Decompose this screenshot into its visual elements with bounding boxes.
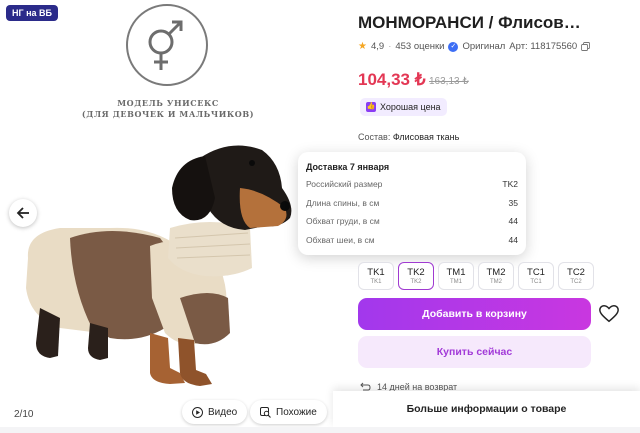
old-price: 163,13 ₺ [429, 76, 469, 87]
popup-row-label: Обхват шеи, в см [306, 234, 375, 245]
previous-image-button[interactable] [9, 199, 37, 227]
size-main: TK1 [367, 267, 385, 278]
product-gallery: НГ на ВБ МОДЕЛЬ УНИСЕКС (ДЛЯ ДЕВОЧЕК И М… [0, 0, 333, 433]
original-check-icon: ✓ [448, 41, 459, 52]
popup-row: Обхват груди, в см 44 [306, 216, 518, 235]
buy-now-button[interactable]: Купить сейчас [358, 336, 591, 368]
popup-row-value: 44 [508, 216, 518, 226]
size-main: TK2 [407, 267, 425, 278]
popup-row-label: Длина спины, в см [306, 197, 380, 208]
rating-value: 4,9 [370, 41, 385, 52]
original-label: Оригинал [462, 41, 506, 52]
size-option-tk2[interactable]: TK2 TK2 [398, 262, 434, 290]
size-option-tm2[interactable]: TM2 TM2 [478, 262, 514, 290]
similar-button[interactable]: Похожие [250, 400, 327, 424]
product-title: МОНМОРАНСИ / Флисовый комб… [358, 13, 592, 32]
popup-row: Длина спины, в см 35 [306, 198, 518, 217]
product-quick-view: НГ на ВБ МОДЕЛЬ УНИСЕКС (ДЛЯ ДЕВОЧЕК И М… [0, 0, 640, 433]
thumbs-up-icon: 👍 [366, 102, 376, 112]
size-sub: TC1 [530, 279, 542, 285]
article-number: Арт: 118175560 [509, 41, 578, 52]
size-sub: TK1 [370, 279, 382, 285]
play-icon [192, 406, 203, 418]
product-meta: ★ 4,9 · 453 оценки ✓ Оригинал Арт: 11817… [358, 41, 591, 52]
image-counter: 2/10 [14, 409, 34, 420]
copy-icon[interactable] [581, 42, 591, 51]
size-sub: TM1 [450, 279, 462, 285]
heart-icon[interactable] [598, 303, 620, 325]
unisex-icon [148, 20, 183, 70]
size-selector: TK1 TK1 TK2 TK2 TM1 TM1 TM2 TM2 TC1 TC1 … [358, 262, 594, 290]
star-icon: ★ [358, 41, 367, 52]
size-main: TC1 [527, 267, 545, 278]
dog-in-fleece-image [26, 145, 292, 386]
video-label: Видео [208, 406, 238, 418]
good-price-badge[interactable]: 👍 Хорошая цена [360, 98, 447, 116]
model-text-line1: МОДЕЛЬ УНИСЕКС [117, 98, 219, 108]
arrow-left-icon [16, 207, 29, 219]
size-main: TC2 [567, 267, 585, 278]
popup-row-label: Российский размер [306, 179, 383, 189]
video-button[interactable]: Видео [182, 400, 248, 424]
add-to-cart-button[interactable]: Добавить в корзину [358, 298, 591, 330]
meta-separator: · [388, 41, 392, 52]
current-price: 104,33 ₺ [358, 70, 426, 89]
good-price-label: Хорошая цена [380, 102, 441, 112]
model-text: МОДЕЛЬ УНИСЕКС (ДЛЯ ДЕВОЧЕК И МАЛЬЧИКОВ) [78, 98, 258, 120]
bottom-strip [0, 427, 640, 433]
popup-row-value: 35 [508, 197, 518, 208]
similar-search-icon [260, 406, 271, 418]
popup-row: Обхват шеи, в см 44 [306, 235, 518, 254]
delivery-date: Доставка 7 января [306, 162, 390, 172]
size-main: TM1 [446, 267, 466, 278]
composition-label: Состав: [358, 132, 391, 142]
popup-row-label: Обхват груди, в см [306, 216, 380, 226]
more-info-button[interactable]: Больше информации о товаре [333, 391, 640, 427]
size-option-tc1[interactable]: TC1 TC1 [518, 262, 554, 290]
popup-row: Российский размер TK2 [306, 179, 518, 198]
size-sub: TK2 [410, 279, 422, 285]
size-sub: TC2 [570, 279, 582, 285]
model-text-line2: (ДЛЯ ДЕВОЧЕК И МАЛЬЧИКОВ) [81, 109, 255, 119]
composition: Состав: Флисовая ткань [358, 132, 459, 142]
size-option-tc2[interactable]: TC2 TC2 [558, 262, 594, 290]
size-option-tm1[interactable]: TM1 TM1 [438, 262, 474, 290]
size-main: TM2 [486, 267, 506, 278]
composition-value: Флисовая ткань [392, 132, 460, 142]
reviews-count[interactable]: 453 оценки [395, 41, 444, 52]
promo-badge: НГ на ВБ [6, 5, 59, 21]
popup-row-value: TK2 [502, 179, 518, 189]
size-sub: TM2 [490, 279, 502, 285]
size-option-tk1[interactable]: TK1 TK1 [358, 262, 394, 290]
size-info-popup: Доставка 7 января Российский размер TK2 … [298, 152, 526, 255]
popup-row-value: 44 [508, 234, 518, 245]
similar-label: Похожие [276, 406, 317, 418]
